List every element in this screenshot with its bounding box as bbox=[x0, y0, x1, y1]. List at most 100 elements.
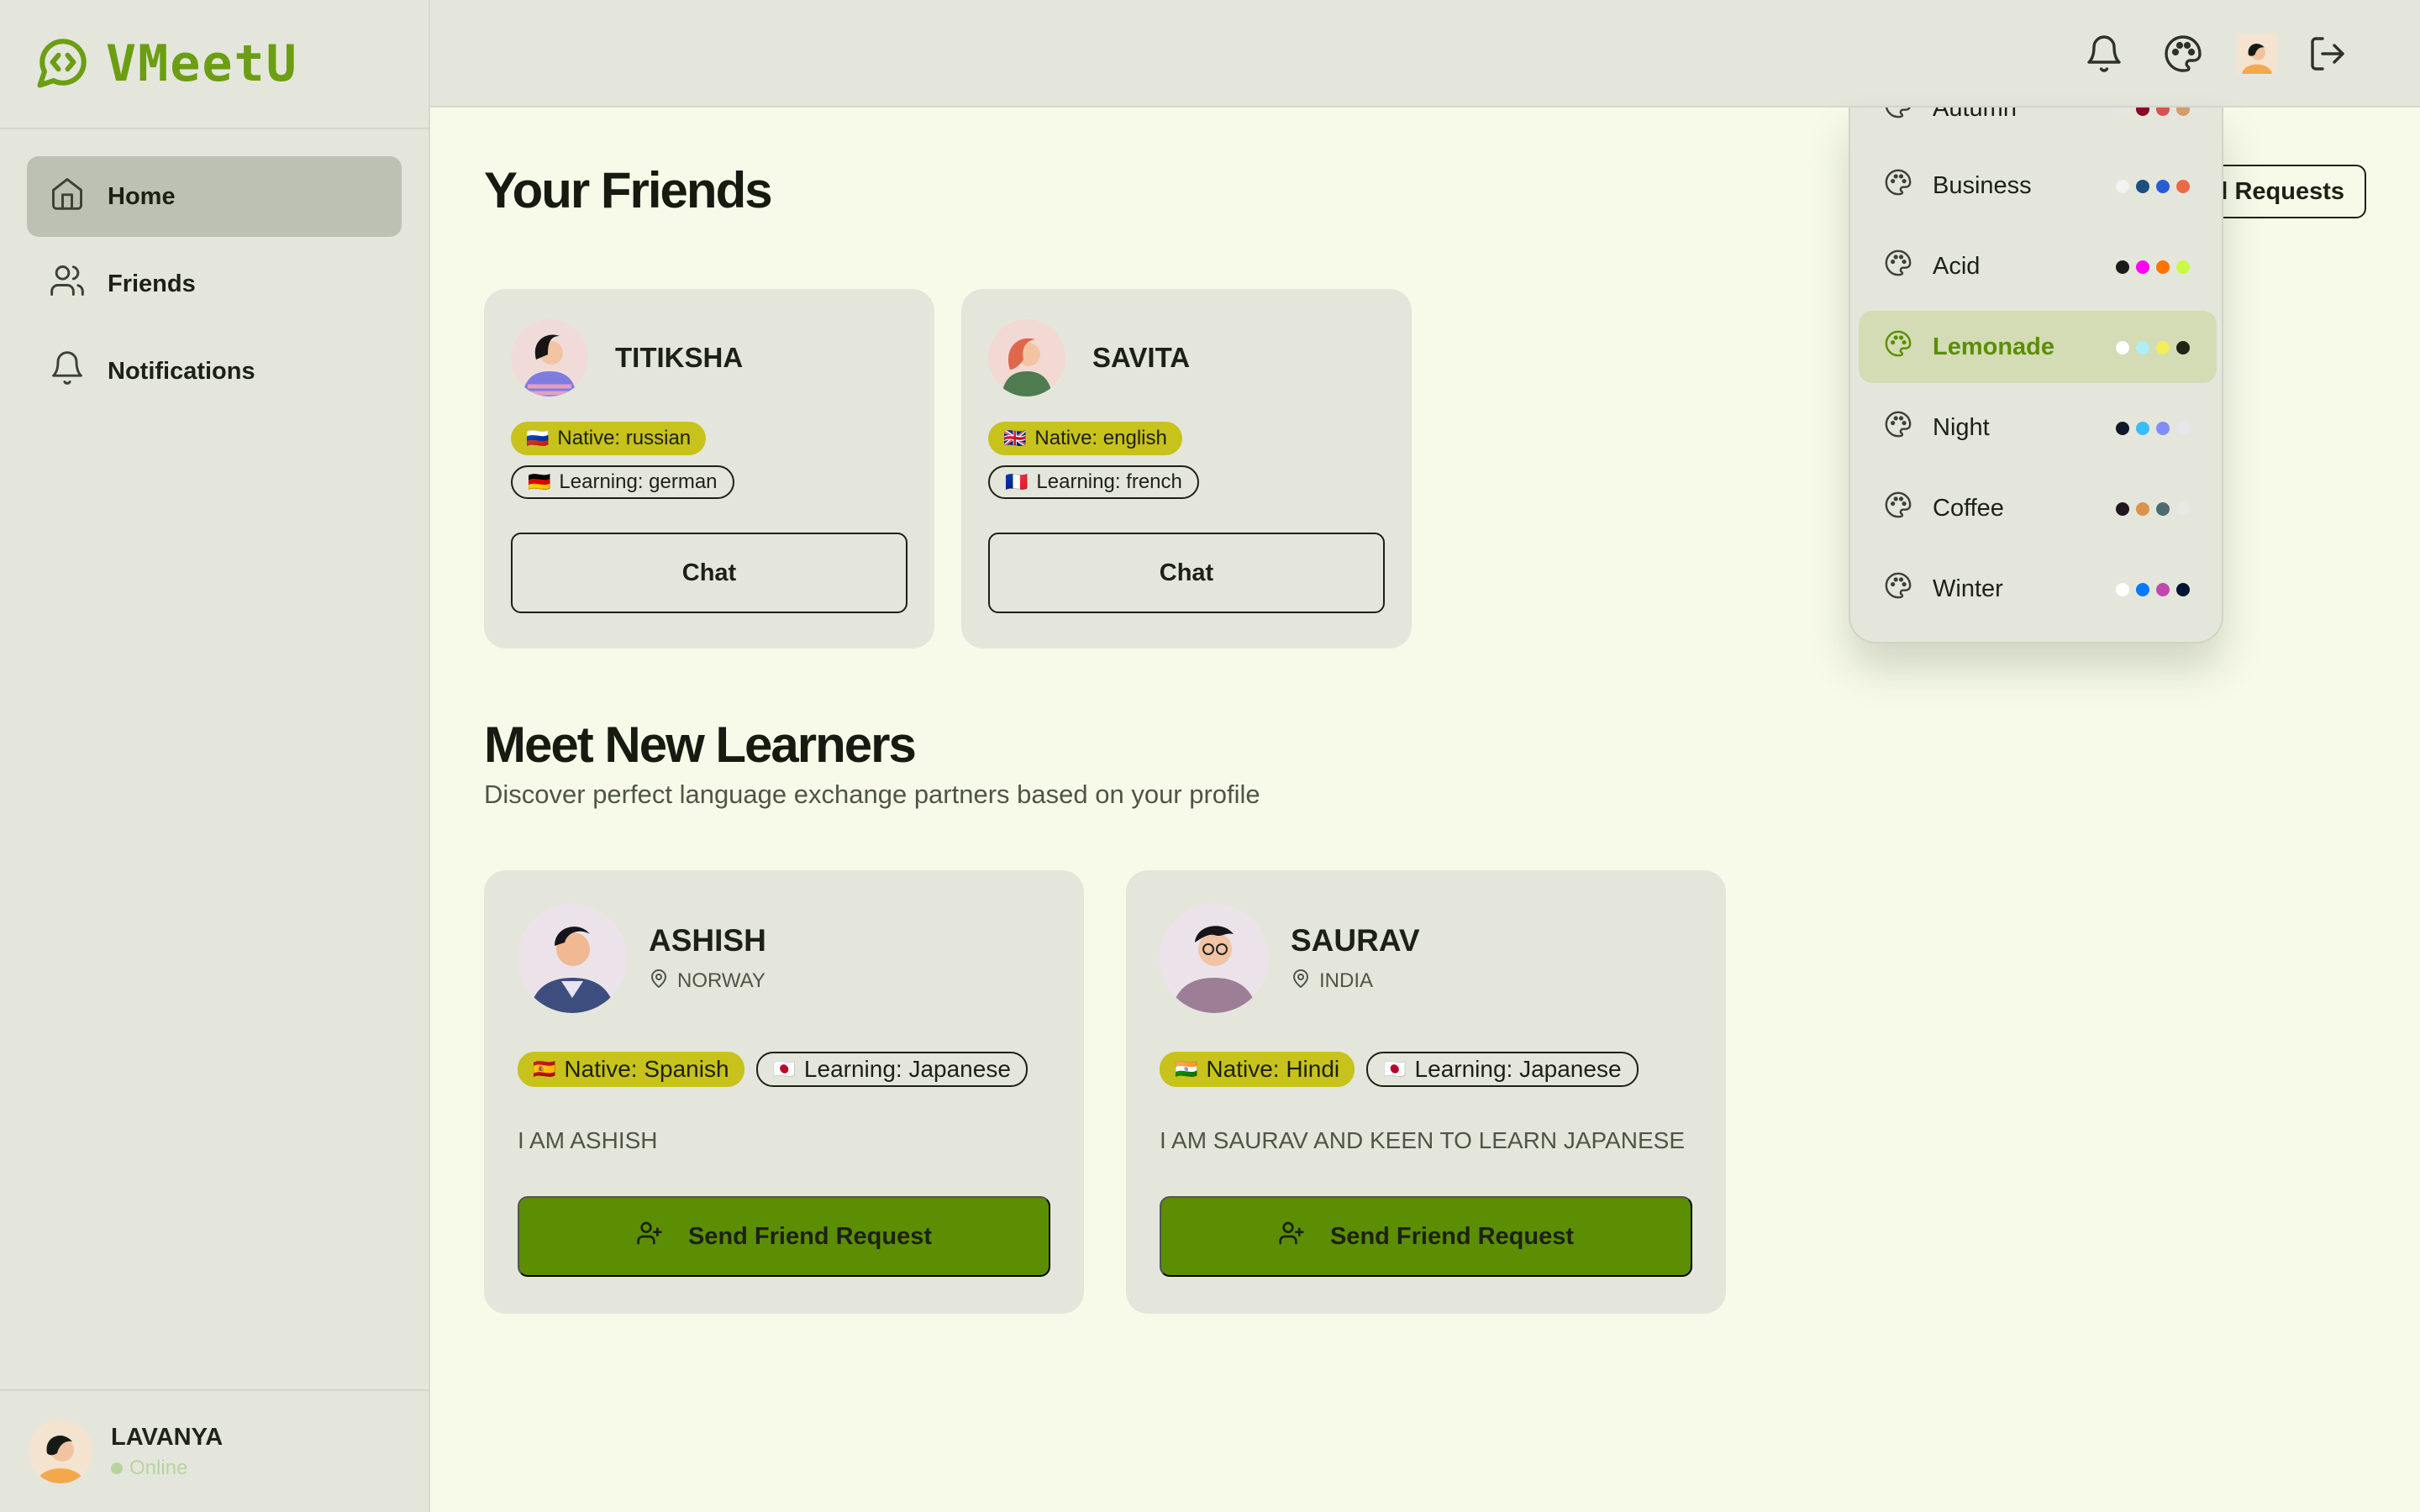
bell-icon[interactable] bbox=[2079, 29, 2129, 79]
theme-swatch bbox=[2136, 108, 2149, 116]
theme-swatch bbox=[2136, 583, 2149, 596]
theme-swatches bbox=[2116, 422, 2190, 435]
theme-swatch bbox=[2156, 502, 2170, 516]
sidebar-item-home[interactable]: Home bbox=[27, 156, 402, 237]
theme-swatch bbox=[2116, 108, 2129, 116]
theme-swatch bbox=[2156, 108, 2170, 116]
theme-swatches bbox=[2116, 108, 2190, 116]
theme-swatch bbox=[2116, 502, 2129, 516]
theme-swatch bbox=[2136, 260, 2149, 274]
theme-swatch bbox=[2176, 583, 2190, 596]
palette-icon bbox=[1884, 491, 1912, 526]
theme-swatch bbox=[2156, 422, 2170, 435]
theme-option-winter[interactable]: Winter bbox=[1859, 553, 2217, 625]
palette-icon bbox=[1884, 410, 1912, 445]
sidebar-item-friends[interactable]: Friends bbox=[27, 244, 402, 324]
theme-swatches bbox=[2116, 502, 2190, 516]
sidebar-item-notifications[interactable]: Notifications bbox=[27, 331, 402, 412]
learner-name: ASHISH bbox=[649, 922, 766, 958]
learners-subtitle: Discover perfect language exchange partn… bbox=[484, 780, 1260, 809]
theme-dropdown: Autumn Business Acid Lemonade Night Coff bbox=[1849, 108, 2223, 643]
theme-swatch bbox=[2176, 108, 2190, 116]
theme-swatch bbox=[2176, 502, 2190, 516]
friend-name: TITIKSHA bbox=[615, 342, 744, 373]
avatar[interactable] bbox=[2227, 24, 2287, 84]
sidebar-item-label: Home bbox=[108, 182, 176, 210]
theme-swatch bbox=[2156, 583, 2170, 596]
learning-language-badge: 🇩🇪 Learning: german bbox=[511, 465, 734, 499]
theme-swatch bbox=[2176, 180, 2190, 193]
palette-icon bbox=[1884, 108, 1912, 126]
theme-swatch bbox=[2136, 422, 2149, 435]
learner-location: NORWAY bbox=[649, 969, 766, 995]
theme-swatches bbox=[2116, 583, 2190, 596]
palette-icon bbox=[1884, 249, 1912, 284]
theme-swatch bbox=[2156, 180, 2170, 193]
user-plus-icon bbox=[1278, 1220, 1305, 1253]
theme-option-business[interactable]: Business bbox=[1859, 150, 2217, 222]
theme-option-night[interactable]: Night bbox=[1859, 391, 2217, 464]
theme-swatch bbox=[2116, 180, 2129, 193]
learning-language-badge: 🇯🇵 Learning: Japanese bbox=[755, 1052, 1028, 1087]
theme-swatch bbox=[2116, 341, 2129, 354]
map-pin-icon bbox=[1291, 969, 1311, 995]
theme-swatch bbox=[2156, 341, 2170, 354]
friend-card: SAVITA 🇬🇧 Native: english 🇫🇷 Learning: fre… bbox=[961, 289, 1412, 648]
friends-title: Your Friends bbox=[484, 162, 773, 218]
send-friend-request-button[interactable]: Send Friend Request bbox=[1160, 1196, 1692, 1277]
theme-label: Night bbox=[1933, 413, 1990, 441]
theme-option-autumn[interactable]: Autumn bbox=[1859, 108, 2217, 144]
learning-language-badge: 🇯🇵 Learning: Japanese bbox=[1366, 1052, 1639, 1087]
theme-swatch bbox=[2136, 180, 2149, 193]
theme-swatch bbox=[2136, 502, 2149, 516]
map-pin-icon bbox=[649, 969, 669, 995]
learner-name: SAURAV bbox=[1291, 922, 1420, 958]
chat-button[interactable]: Chat bbox=[988, 533, 1385, 613]
theme-swatches bbox=[2116, 260, 2190, 274]
user-plus-icon bbox=[636, 1220, 663, 1253]
theme-swatch bbox=[2176, 260, 2190, 274]
sidebar-nav: Home Friends Notifications bbox=[0, 129, 429, 412]
learning-language-badge: 🇫🇷 Learning: french bbox=[988, 465, 1199, 499]
avatar bbox=[1160, 904, 1269, 1013]
native-language-badge: 🇪🇸 Native: Spanish bbox=[518, 1052, 744, 1087]
learners-title: Meet New Learners bbox=[484, 717, 917, 773]
theme-swatches bbox=[2116, 180, 2190, 193]
theme-swatch bbox=[2116, 260, 2129, 274]
users-icon bbox=[49, 262, 86, 306]
native-language-badge: 🇮🇳 Native: Hindi bbox=[1160, 1052, 1355, 1087]
native-language-badge: 🇷🇺 Native: russian bbox=[511, 422, 707, 455]
app-name: VMeetU bbox=[106, 34, 298, 93]
theme-swatch bbox=[2116, 422, 2129, 435]
theme-label: Lemonade bbox=[1933, 333, 2055, 360]
send-friend-request-button[interactable]: Send Friend Request bbox=[518, 1196, 1050, 1277]
friend-card: TITIKSHA 🇷🇺 Native: russian 🇩🇪 Learning: g… bbox=[484, 289, 934, 648]
sidebar-item-label: Notifications bbox=[108, 357, 255, 385]
user-status: Online bbox=[111, 1457, 223, 1480]
theme-option-lemonade[interactable]: Lemonade bbox=[1859, 311, 2217, 383]
theme-swatch bbox=[2116, 583, 2129, 596]
user-name: LAVANYA bbox=[111, 1423, 224, 1451]
theme-swatch bbox=[2176, 341, 2190, 354]
theme-label: Acid bbox=[1933, 252, 1981, 280]
palette-icon bbox=[1884, 571, 1912, 606]
theme-swatch bbox=[2156, 260, 2170, 274]
top-bar bbox=[430, 0, 2420, 108]
theme-option-coffee[interactable]: Coffee bbox=[1859, 472, 2217, 544]
theme-label: Business bbox=[1933, 171, 2032, 199]
sidebar: VMeetU Home Friends Notifications LAVANY… bbox=[0, 0, 430, 1512]
current-user[interactable]: LAVANYA Online bbox=[0, 1389, 429, 1512]
learner-location: INDIA bbox=[1291, 969, 1420, 995]
logout-icon[interactable] bbox=[2302, 29, 2353, 79]
theme-swatches bbox=[2116, 341, 2190, 354]
avatar bbox=[518, 904, 627, 1013]
learner-bio: I AM SAURAV AND KEEN TO LEARN JAPANESE bbox=[1160, 1127, 1686, 1153]
chat-button[interactable]: Chat bbox=[511, 533, 908, 613]
avatar bbox=[511, 319, 588, 396]
theme-option-acid[interactable]: Acid bbox=[1859, 230, 2217, 302]
home-icon bbox=[49, 175, 86, 218]
sidebar-item-label: Friends bbox=[108, 270, 196, 297]
palette-icon[interactable] bbox=[2158, 29, 2208, 79]
brand[interactable]: VMeetU bbox=[0, 0, 429, 129]
bell-icon bbox=[49, 349, 86, 393]
